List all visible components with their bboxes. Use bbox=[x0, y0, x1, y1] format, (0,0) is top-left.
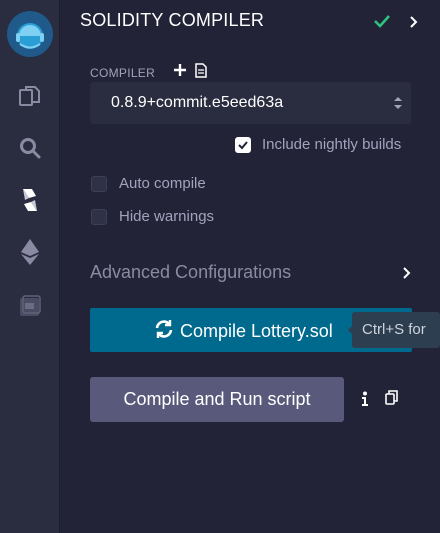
add-compiler-icon[interactable] bbox=[173, 63, 187, 82]
hide-warnings-label: Hide warnings bbox=[119, 208, 215, 225]
tooltip-text: Ctrl+S for bbox=[362, 321, 426, 338]
remix-logo-icon[interactable] bbox=[0, 8, 59, 60]
auto-compile-checkbox[interactable] bbox=[91, 176, 107, 192]
advanced-configurations-toggle[interactable]: Advanced Configurations bbox=[90, 262, 291, 283]
deploy-run-icon[interactable] bbox=[0, 236, 59, 268]
icon-sidebar bbox=[0, 0, 60, 533]
chevron-right-icon[interactable] bbox=[402, 266, 412, 285]
copy-icon[interactable] bbox=[385, 390, 398, 410]
hide-warnings-checkbox[interactable] bbox=[91, 209, 107, 225]
run-script-label: Compile and Run script bbox=[123, 389, 311, 409]
compile-and-run-script-button[interactable]: Compile and Run script bbox=[90, 377, 344, 422]
compile-button-label: Compile Lottery.sol bbox=[180, 321, 333, 341]
panel-title: SOLIDITY COMPILER bbox=[80, 10, 265, 30]
refresh-icon bbox=[154, 319, 174, 344]
plugin-icon[interactable] bbox=[0, 290, 59, 322]
file-explorer-icon[interactable] bbox=[0, 80, 59, 112]
compile-success-icon bbox=[374, 14, 390, 33]
solidity-compiler-icon[interactable] bbox=[0, 184, 59, 216]
include-nightly-checkbox[interactable] bbox=[235, 137, 251, 153]
search-icon[interactable] bbox=[0, 132, 59, 164]
chevron-right-icon[interactable] bbox=[409, 15, 419, 34]
info-icon[interactable] bbox=[361, 391, 369, 412]
compile-shortcut-tooltip: Ctrl+S for bbox=[352, 312, 440, 348]
select-arrows-icon bbox=[393, 95, 403, 116]
file-icon[interactable] bbox=[195, 63, 207, 83]
compiler-version-select[interactable]: 0.8.9+commit.e5eed63a bbox=[90, 82, 411, 124]
solidity-compiler-panel: SOLIDITY COMPILER COMPILER 0.8.9+commit.… bbox=[60, 0, 440, 533]
compiler-version-value: 0.8.9+commit.e5eed63a bbox=[111, 94, 284, 111]
include-nightly-label: Include nightly builds bbox=[262, 136, 402, 153]
compiler-label: COMPILER bbox=[90, 66, 156, 80]
auto-compile-label: Auto compile bbox=[119, 175, 206, 192]
